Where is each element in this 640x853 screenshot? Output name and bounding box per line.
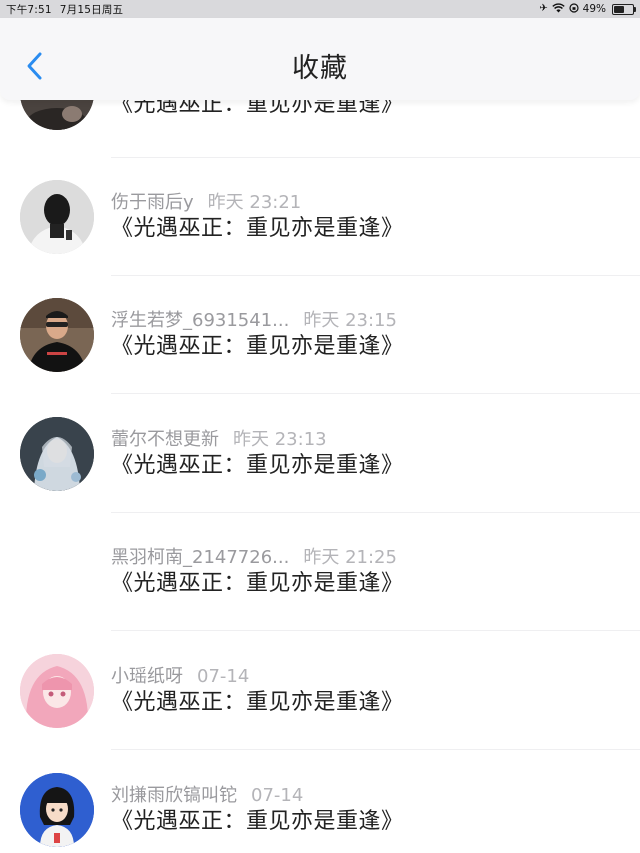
status-left: 下午7:51 7月15日周五 [6,2,123,17]
status-right: ✈ 49% [539,1,636,17]
divider [111,275,640,276]
divider [111,630,640,631]
status-date: 7月15日周五 [59,4,124,16]
avatar [20,654,94,728]
list-item[interactable]: 浮生若梦_6931541... 昨天 23:15 《光遇巫正：重见亦是重逢》 [0,298,640,416]
divider [111,512,640,513]
airplane-icon: ✈ [539,3,548,14]
page-title: 收藏 [292,53,348,84]
avatar [20,298,94,372]
divider [111,393,640,394]
list-item[interactable]: 《光遇巫正：重见亦是重逢》 [0,90,640,174]
item-title: 《光遇巫正：重见亦是重逢》 [111,809,404,834]
battery-icon [612,3,636,15]
status-time: 下午7:51 [6,4,52,16]
favorites-list: 《光遇巫正：重见亦是重逢》 伤于雨后y 昨天 23:21 《光遇巫正：重见亦是重逢… [0,90,640,853]
list-item[interactable]: 蕾尔不想更新 昨天 23:13 《光遇巫正：重见亦是重逢》 [0,417,640,535]
item-title: 《光遇巫正：重见亦是重逢》 [111,453,404,478]
battery-percent: 49% [582,3,606,15]
avatar [20,417,94,491]
list-item[interactable]: 伤于雨后y 昨天 23:21 《光遇巫正：重见亦是重逢》 [0,180,640,298]
divider [111,749,640,750]
battery-level [614,5,624,13]
nav-bar: 收藏 [0,18,640,100]
divider [111,157,640,158]
item-title: 《光遇巫正：重见亦是重逢》 [111,690,404,715]
list-item[interactable]: 黑羽柯南_2147726... 昨天 21:25 《光遇巫正：重见亦是重逢》 [0,535,640,653]
avatar [20,773,94,847]
item-title: 《光遇巫正：重见亦是重逢》 [111,216,404,241]
wifi-icon [551,2,565,16]
avatar [20,180,94,254]
orientation-lock-icon [569,2,579,16]
list-item[interactable]: 刘搛雨欣镐叫铊 07-14 《光遇巫正：重见亦是重逢》 [0,773,640,853]
list-item[interactable]: 小瑶纸呀 07-14 《光遇巫正：重见亦是重逢》 [0,654,640,772]
status-bar: 下午7:51 7月15日周五 ✈ 49% [0,0,640,18]
item-title: 《光遇巫正：重见亦是重逢》 [111,571,404,596]
item-title: 《光遇巫正：重见亦是重逢》 [111,334,404,359]
